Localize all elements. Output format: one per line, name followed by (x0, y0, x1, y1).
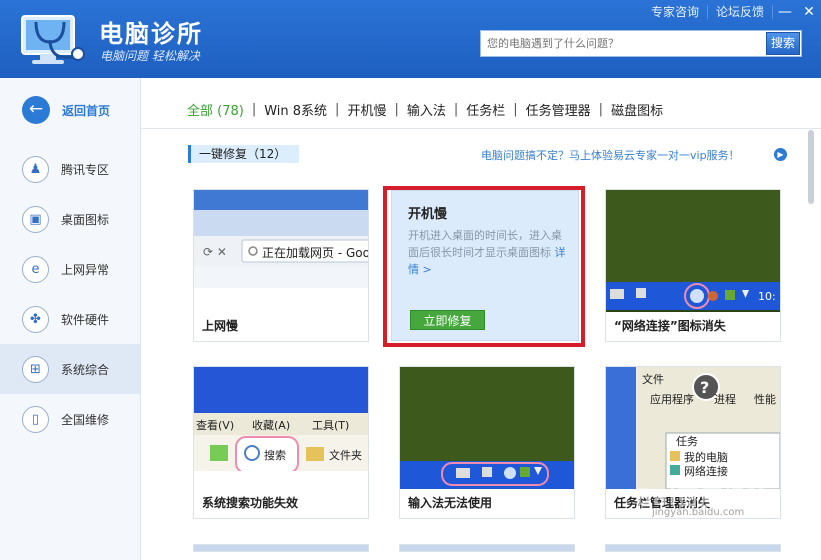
tab-taskbar[interactable]: 任务栏 (466, 100, 505, 119)
phone-icon: ▯ (22, 405, 49, 433)
back-home-label: 返回首页 (62, 103, 111, 118)
card-title: 输入法无法使用 (408, 496, 493, 510)
search-box: 搜索 (480, 30, 802, 57)
back-home-button[interactable]: ← 返回首页 (0, 78, 140, 142)
card-title: “网络连接”图标消失 (614, 319, 726, 333)
sidebar-item-repair[interactable]: ▯ 全国维修 (0, 394, 140, 444)
app-slogan: 电脑问题 轻松解决 (100, 49, 200, 63)
chevron-right-icon[interactable]: ▶ (774, 148, 787, 161)
back-arrow-icon: ← (22, 96, 50, 124)
fix-card-input-method[interactable]: 输入法无法使用 (399, 366, 575, 519)
sidebar-item-hardware[interactable]: ✤ 软件硬件 (0, 294, 140, 344)
section-header: 一键修复（12） (188, 145, 299, 163)
tab-separator: | (335, 102, 340, 117)
fix-card-partial[interactable] (193, 544, 369, 552)
qq-icon: ♟ (22, 155, 49, 183)
tab-separator: | (453, 102, 459, 117)
fix-card-search-broken[interactable]: 查看(V) 收藏(A) 工具(T) 搜索 文件夹 系统搜索功能失效 (193, 366, 369, 519)
title-bar: 电脑诊所 电脑问题 轻松解决 专家咨询 论坛反馈 — ✕ 搜索 (0, 0, 821, 78)
thumb-loading-text: 正在加载网页 - Goo (262, 246, 368, 260)
card-thumbnail: ? 文件 应用程序 进程 性能 任务 我的电脑 网络连接 (606, 367, 780, 489)
thumb-menu-favorites: 收藏(A) (252, 419, 291, 432)
thumb-folder-label: 文件夹 (329, 449, 362, 462)
tab-disk-icon[interactable]: 磁盘图标 (611, 100, 663, 119)
svg-text:?: ? (700, 378, 709, 397)
sidebar-item-desktop[interactable]: ▣ 桌面图标 (0, 194, 140, 244)
sidebar-item-internet[interactable]: e 上网异常 (0, 244, 140, 294)
fix-card-slow-internet[interactable]: ⟳ ✕ 正在加载网页 - Goo 上网慢 (193, 189, 369, 342)
svg-text:⟳ ✕: ⟳ ✕ (203, 245, 227, 259)
desktop-icon: ▣ (22, 205, 49, 233)
sidebar-nav: ♟ 腾讯专区 ▣ 桌面图标 e 上网异常 ✤ 软件硬件 ⊞ 系统综合 ▯ 全国维… (0, 144, 140, 444)
sidebar: ← 返回首页 ♟ 腾讯专区 ▣ 桌面图标 e 上网异常 ✤ 软件硬件 ⊞ 系统综… (0, 78, 141, 560)
sidebar-item-system[interactable]: ⊞ 系统综合 (0, 344, 140, 394)
sidebar-item-tencent[interactable]: ♟ 腾讯专区 (0, 144, 140, 194)
tab-divider (141, 128, 821, 129)
tab-separator: | (598, 102, 604, 117)
ie-icon: e (22, 255, 49, 283)
thumb-menu-view: 查看(V) (196, 419, 235, 432)
thumb-menu-tools: 工具(T) (312, 419, 350, 432)
tab-separator: | (513, 102, 518, 117)
tab-separator: | (251, 102, 257, 117)
thumb-clock-text: 10: (758, 290, 776, 303)
sidebar-item-label: 系统综合 (61, 362, 110, 377)
search-button[interactable]: 搜索 (766, 32, 800, 55)
card-thumbnail: ⟳ ✕ 正在加载网页 - Goo (194, 190, 368, 312)
sidebar-item-label: 全国维修 (61, 412, 110, 427)
sidebar-item-label: 腾讯专区 (61, 162, 110, 177)
fix-card-partial[interactable] (605, 544, 781, 552)
thumb-search-label: 搜索 (264, 449, 286, 462)
card-thumbnail: 查看(V) 收藏(A) 工具(T) 搜索 文件夹 (194, 367, 368, 489)
windows-icon: ⊞ (22, 355, 49, 383)
hardware-icon: ✤ (22, 305, 49, 333)
thumb-list-item: 网络连接 (684, 465, 728, 478)
thumb-tab-perf: 性能 (754, 393, 776, 406)
tab-task-manager[interactable]: 任务管理器 (526, 100, 591, 119)
forum-feedback-link[interactable]: 论坛反馈 (708, 5, 773, 19)
fix-card-partial[interactable] (399, 544, 575, 552)
tab-separator: | (394, 102, 399, 117)
card-title: 系统搜索功能失效 (202, 496, 299, 510)
minimize-button[interactable]: — (773, 0, 797, 24)
thumb-tab-apps: 应用程序 (650, 393, 694, 406)
tab-all[interactable]: 全部 (78) (187, 100, 244, 119)
tab-win8[interactable]: Win 8系统 (264, 100, 327, 119)
search-input[interactable] (481, 31, 765, 56)
scrollbar[interactable] (808, 130, 814, 560)
watermark-url: jingyan.baidu.com (652, 507, 745, 518)
fix-card-network-icon[interactable]: 10: “网络连接”图标消失 (605, 189, 781, 342)
stethoscope-monitor-icon (21, 15, 85, 64)
sidebar-item-label: 软件硬件 (61, 312, 110, 327)
category-tabs: 全部 (78) | Win 8系统 | 开机慢 | 输入法 | 任务栏 | 任务管理器 | … (187, 100, 663, 119)
tab-input-method[interactable]: 输入法 (407, 100, 446, 119)
card-thumbnail (400, 367, 574, 489)
card-title: 上网慢 (202, 319, 239, 333)
expert-consult-link[interactable]: 专家咨询 (643, 5, 708, 19)
highlight-box (383, 186, 585, 347)
top-links: 专家咨询 论坛反馈 — ✕ (643, 0, 821, 24)
app-title: 电脑诊所 (99, 20, 203, 48)
thumb-tab-process: 进程 (714, 393, 736, 406)
close-button[interactable]: ✕ (797, 0, 821, 24)
vip-promo-link[interactable]: 电脑问题搞不定？马上体验易云专家一对一vip服务！ (481, 147, 740, 163)
scrollbar-thumb[interactable] (808, 130, 814, 204)
card-thumbnail: 10: (606, 190, 780, 312)
sidebar-item-label: 上网异常 (61, 262, 110, 277)
thumb-menu-file: 文件 (642, 373, 664, 386)
sidebar-item-label: 桌面图标 (61, 212, 110, 227)
thumb-list-title: 任务 (676, 435, 698, 448)
tab-slow-boot[interactable]: 开机慢 (347, 100, 386, 119)
